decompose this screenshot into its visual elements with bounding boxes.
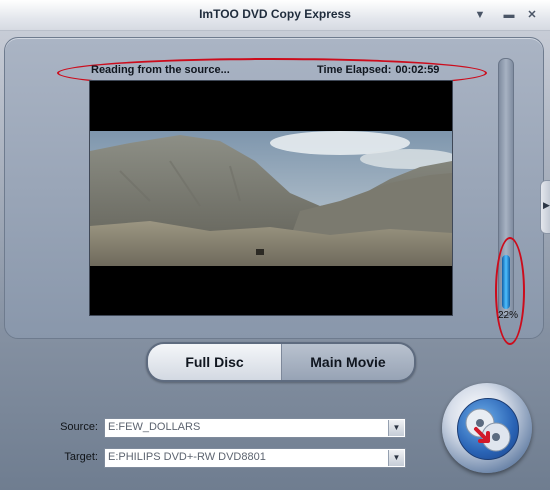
source-select[interactable]: E:FEW_DOLLARS ▼ (104, 418, 406, 438)
side-expand-button[interactable]: ▶ (540, 180, 550, 234)
time-elapsed-label: Time Elapsed: (317, 64, 392, 76)
progress-percent-label: 22% (497, 310, 518, 321)
target-value: E:PHILIPS DVD+-RW DVD8801 (108, 451, 266, 463)
target-select[interactable]: E:PHILIPS DVD+-RW DVD8801 ▼ (104, 448, 406, 468)
title-bar[interactable]: ImTOO DVD Copy Express ▼ ▬ ✕ (0, 0, 550, 31)
chevron-down-icon[interactable]: ▼ (388, 450, 404, 466)
time-elapsed: Time Elapsed: 00:02:59 (317, 64, 439, 76)
source-label: Source: (60, 421, 98, 433)
start-copy-button[interactable] (442, 383, 532, 473)
disc-copy-icon (465, 408, 511, 452)
close-icon[interactable]: ✕ (524, 7, 540, 23)
app-window: ImTOO DVD Copy Express ▼ ▬ ✕ Reading fro… (0, 0, 550, 490)
video-preview (89, 80, 453, 316)
status-text: Reading from the source... (91, 64, 230, 76)
main-movie-button[interactable]: Main Movie (282, 344, 414, 380)
mode-toggle: Full Disc Main Movie (146, 342, 416, 382)
source-value: E:FEW_DOLLARS (108, 421, 201, 433)
time-elapsed-value: 00:02:59 (395, 64, 440, 76)
minimize-icon[interactable]: ▬ (501, 7, 517, 23)
full-disc-button[interactable]: Full Disc (148, 344, 282, 380)
menu-dropdown-icon[interactable]: ▼ (472, 7, 488, 23)
progress-highlight-oval (495, 237, 525, 345)
copy-button-face (457, 398, 519, 460)
display-panel: Reading from the source... Time Elapsed:… (4, 37, 544, 345)
chevron-right-icon: ▶ (543, 200, 550, 210)
target-label: Target: (64, 451, 98, 463)
chevron-down-icon[interactable]: ▼ (388, 420, 404, 436)
movie-frame-image (90, 131, 452, 266)
window-title: ImTOO DVD Copy Express (199, 7, 351, 21)
